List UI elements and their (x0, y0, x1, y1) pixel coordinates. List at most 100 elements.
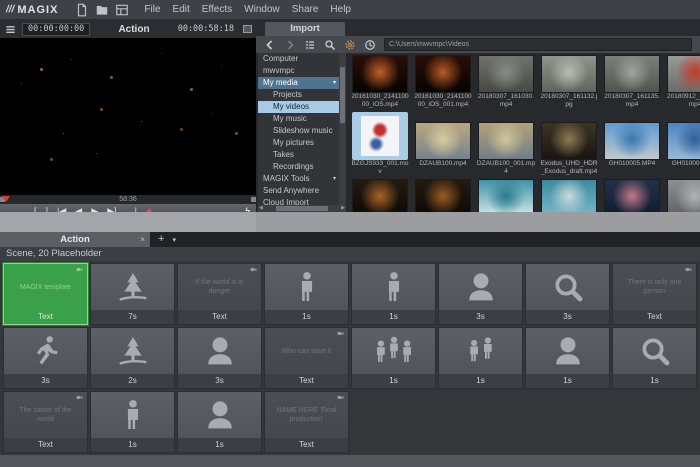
timecode-current[interactable]: 00:00:00:00 (22, 23, 90, 36)
chevron-down-icon[interactable]: ▾ (333, 173, 336, 185)
media-thumbnail[interactable]: 20180912_103643.mp4 (665, 55, 700, 109)
tree-item-takes[interactable]: Takes (258, 149, 346, 161)
media-thumbnail[interactable]: GH010005.MP4 (602, 122, 662, 176)
preview-title: Action (95, 24, 172, 35)
clock-icon[interactable] (364, 39, 376, 51)
storyboard-tile-5[interactable]: 1s (351, 263, 436, 325)
playhead-marker[interactable] (2, 196, 10, 202)
right-splitter-band[interactable] (256, 212, 700, 232)
new-project-icon[interactable] (75, 3, 89, 17)
magnifier-icon (639, 335, 671, 367)
storyboard-tile-19[interactable]: 1s (177, 391, 262, 453)
storyboard-tile-3[interactable]: If the world is in dangerText (177, 263, 262, 325)
menu-edit[interactable]: Edit (167, 4, 196, 15)
scroll-left-icon[interactable]: ◀ (259, 205, 263, 212)
storyboard-tile-10[interactable]: 2s (90, 327, 175, 389)
camera-icon (336, 394, 345, 401)
open-project-icon[interactable] (95, 3, 109, 17)
tree-item-slideshow-music[interactable]: Slideshow music (258, 125, 346, 137)
media-thumbnail[interactable] (476, 179, 536, 212)
storyboard-tile-4[interactable]: 1s (264, 263, 349, 325)
tree-item-my-music[interactable]: My music (258, 113, 346, 125)
storyboard-tile-11[interactable]: 3s (177, 327, 262, 389)
tree-item-magix-tools[interactable]: MAGIX Tools▾ (258, 173, 346, 185)
media-thumbnail[interactable]: 20180307_161132.jpg (539, 55, 599, 109)
storyboard-tile-17[interactable]: The savior of the worldText (3, 391, 88, 453)
tree-item-my-media[interactable]: My media▾ (258, 77, 346, 89)
forward-icon[interactable] (284, 39, 296, 51)
storyboard-tile-18[interactable]: 1s (90, 391, 175, 453)
media-thumbnail[interactable]: GH010006.MP4 (665, 122, 700, 176)
tree-item-mwvmpc[interactable]: mwvmpc (258, 65, 346, 77)
scroll-right-icon[interactable]: ▶ (341, 205, 345, 212)
layout-icon[interactable] (115, 3, 129, 17)
close-tab-icon[interactable]: × (140, 235, 145, 244)
gear-icon[interactable] (344, 39, 356, 51)
media-thumbnail[interactable] (350, 179, 410, 212)
tree-horizontal-scrollbar[interactable]: ◀ ▶ (258, 205, 346, 212)
tree-item-computer[interactable]: Computer (258, 53, 346, 65)
left-splitter-band[interactable] (0, 212, 256, 232)
media-thumbnail[interactable] (413, 179, 473, 212)
menu-share[interactable]: Share (286, 4, 325, 15)
video-preview[interactable] (0, 38, 256, 195)
chevron-down-icon[interactable]: ▾ (333, 77, 336, 89)
tree-vertical-scrollbar[interactable] (339, 53, 346, 205)
storyboard-tile-12[interactable]: Who can save itText (264, 327, 349, 389)
media-thumbnail[interactable]: 20161030_214110000_iOS.mp4 (350, 55, 410, 109)
media-thumbnail[interactable] (602, 179, 662, 212)
storyboard-tile-14[interactable]: 1s (438, 327, 523, 389)
detach-icon[interactable] (243, 25, 252, 33)
storyboard-tile-9[interactable]: 3s (3, 327, 88, 389)
menu-window[interactable]: Window (238, 4, 286, 15)
tree-item-label: Send Anywhere (263, 186, 319, 195)
tile-body (178, 392, 261, 438)
path-field[interactable]: C:\Users\mwvmpc\Videos (384, 38, 692, 51)
tile-body (352, 264, 435, 310)
menu-help[interactable]: Help (324, 4, 357, 15)
tree-item-send-anywhere[interactable]: Send Anywhere (258, 185, 346, 197)
storyboard-tile-8[interactable]: There is only one personText (612, 263, 697, 325)
media-thumbnail[interactable] (539, 179, 599, 212)
media-thumbnail[interactable]: DZAUB100_001.mp4 (476, 122, 536, 176)
tree-item-label: Projects (273, 90, 302, 99)
thumbnail-filename: GH010005.MP4 (602, 160, 662, 176)
media-thumbnail[interactable]: Exodus_UHD_HDR_Exodus_draft.mp4 (539, 122, 599, 176)
list-icon[interactable] (304, 39, 316, 51)
media-thumbnail[interactable]: DZAUB100.mp4 (413, 122, 473, 176)
tree-item-projects[interactable]: Projects (258, 89, 346, 101)
tab-list-caret-icon[interactable]: ▾ (172, 236, 176, 244)
menu-effects[interactable]: Effects (196, 4, 238, 15)
preview-scrubber[interactable]: 58:36 (0, 195, 256, 204)
media-thumbnail[interactable]: 20180307_161135.mp4 (602, 55, 662, 109)
media-thumbnail[interactable]: BZGJS933_001.mov (350, 112, 410, 176)
back-icon[interactable] (264, 39, 276, 51)
tab-import[interactable]: Import (265, 22, 345, 36)
thumbnail-image (478, 122, 534, 160)
storyboard-tile-1[interactable]: MAGIX templateText (3, 263, 88, 325)
tree-item-my-videos[interactable]: My videos (258, 101, 346, 113)
media-thumbnail[interactable]: 20180307_161030.mp4 (476, 55, 536, 109)
storyboard-tab-bar: Action × + ▾ (0, 232, 700, 247)
menu-file[interactable]: File (138, 4, 166, 15)
person-icon (117, 399, 149, 431)
storyboard-tile-20[interactable]: NAME HERE 'Final production'Text (264, 391, 349, 453)
tree-item-recordings[interactable]: Recordings (258, 161, 346, 173)
storyboard-tile-6[interactable]: 3s (438, 263, 523, 325)
media-thumbnail[interactable] (665, 179, 700, 212)
add-tab-button[interactable]: + (158, 232, 164, 247)
storyboard-tile-16[interactable]: 1s (612, 327, 697, 389)
storyboard-tile-13[interactable]: 1s (351, 327, 436, 389)
video-frame-decoration (40, 68, 43, 71)
tree-vertical-scroll-thumb[interactable] (340, 67, 345, 123)
hamburger-icon[interactable] (4, 24, 17, 35)
storyboard-tile-15[interactable]: 1s (525, 327, 610, 389)
storyboard-tile-2[interactable]: 7s (90, 263, 175, 325)
tree-item-my-pictures[interactable]: My pictures (258, 137, 346, 149)
storyboard-tile-7[interactable]: 3s (525, 263, 610, 325)
preview-title-bar: 00:00:00:00 Action 00:00:58:18 (0, 20, 256, 38)
search-icon[interactable] (324, 39, 336, 51)
tree-horizontal-scroll-thumb[interactable] (276, 206, 328, 211)
tab-action[interactable]: Action × (0, 232, 150, 247)
media-thumbnail[interactable]: 20161030_214110000_iOS_001.mp4 (413, 55, 473, 109)
